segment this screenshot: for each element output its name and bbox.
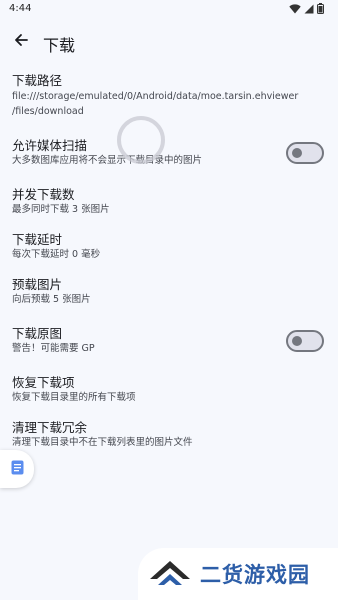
setting-title: 允许媒体扫描 bbox=[12, 138, 88, 153]
status-time: 4:44 bbox=[9, 3, 32, 14]
setting-title: 下载路径 bbox=[12, 73, 63, 88]
watermark-badge: 二货游戏园 bbox=[138, 548, 338, 600]
setting-title: 清理下载冗余 bbox=[12, 420, 88, 435]
setting-concurrent-downloads[interactable]: 并发下载数 最多同时下载 3 张图片 bbox=[12, 187, 328, 216]
watermark-logo-icon bbox=[148, 557, 192, 591]
arrow-left-icon bbox=[13, 32, 29, 52]
setting-title: 预载图片 bbox=[12, 277, 63, 292]
setting-path-line-2: /files/download bbox=[12, 106, 84, 117]
setting-subtitle: 清理下载目录中不在下载列表里的图片文件 bbox=[12, 437, 193, 448]
watermark-text: 二货游戏园 bbox=[200, 563, 310, 587]
media-scan-toggle[interactable] bbox=[286, 142, 324, 164]
setting-subtitle: 恢复下载目录里的所有下载项 bbox=[12, 392, 136, 403]
setting-subtitle: 向后预载 5 张图片 bbox=[12, 294, 91, 305]
setting-download-original[interactable]: 下载原图 警告！可能需要 GP bbox=[12, 326, 328, 355]
setting-title: 下载原图 bbox=[12, 326, 63, 341]
wifi-icon bbox=[289, 3, 301, 14]
setting-title: 恢复下载项 bbox=[12, 375, 75, 390]
setting-title: 并发下载数 bbox=[12, 187, 75, 202]
signal-icon bbox=[304, 4, 314, 14]
toggle-thumb bbox=[292, 336, 302, 346]
setting-preload-images[interactable]: 预载图片 向后预载 5 张图片 bbox=[12, 277, 328, 306]
setting-title: 下载延时 bbox=[12, 232, 63, 247]
status-bar: 4:44 bbox=[0, 0, 338, 20]
setting-media-scan[interactable]: 允许媒体扫描 大多数图库应用将不会显示下载目录中的图片 bbox=[12, 138, 328, 167]
download-original-toggle[interactable] bbox=[286, 330, 324, 352]
floating-assistant-button[interactable] bbox=[0, 450, 34, 488]
setting-download-path[interactable]: 下载路径 file:///storage/emulated/0/Android/… bbox=[12, 73, 328, 119]
setting-restore-downloads[interactable]: 恢复下载项 恢复下载目录里的所有下载项 bbox=[12, 375, 328, 404]
loading-spinner bbox=[117, 116, 165, 164]
toggle-thumb bbox=[292, 148, 302, 158]
setting-subtitle: 警告！可能需要 GP bbox=[12, 343, 95, 354]
back-button[interactable] bbox=[8, 29, 34, 55]
page-title: 下载 bbox=[43, 36, 76, 55]
setting-subtitle: 大多数图库应用将不会显示下载目录中的图片 bbox=[12, 155, 203, 166]
setting-subtitle: 每次下载延时 0 毫秒 bbox=[12, 249, 101, 260]
app-bar: 下载 bbox=[0, 26, 338, 58]
setting-download-delay[interactable]: 下载延时 每次下载延时 0 毫秒 bbox=[12, 232, 328, 261]
battery-icon bbox=[317, 3, 324, 14]
status-icons bbox=[289, 3, 324, 14]
setting-subtitle: 最多同时下载 3 张图片 bbox=[12, 204, 110, 215]
setting-clean-redundant[interactable]: 清理下载冗余 清理下载目录中不在下载列表里的图片文件 bbox=[12, 420, 328, 449]
setting-path-line-1: file:///storage/emulated/0/Android/data/… bbox=[12, 91, 299, 102]
document-icon bbox=[11, 460, 24, 479]
